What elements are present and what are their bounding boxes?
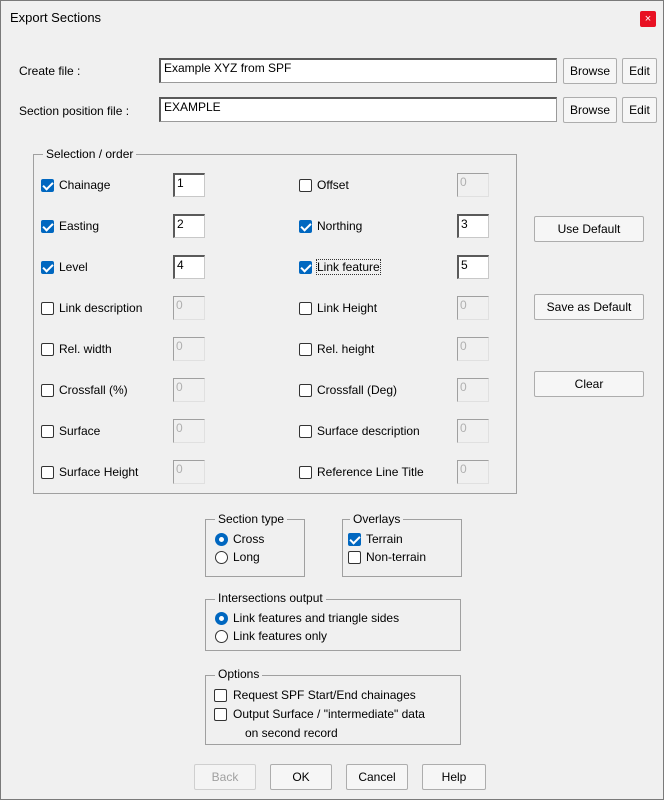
level-checkbox[interactable] — [41, 261, 54, 274]
northing-order-field[interactable]: 3 — [457, 214, 489, 238]
surface-order-field[interactable]: 0 — [173, 419, 205, 443]
ok-button[interactable]: OK — [270, 764, 332, 790]
options-title: Options — [215, 667, 263, 681]
section-type-group — [205, 519, 305, 577]
chainage-checkbox[interactable] — [41, 179, 54, 192]
terrain-checkbox[interactable] — [348, 533, 361, 546]
crossfall-deg-label[interactable]: Crossfall (Deg) — [317, 383, 397, 397]
easting-order-field[interactable]: 2 — [173, 214, 205, 238]
crossfall-deg-order-field[interactable]: 0 — [457, 378, 489, 402]
intersections-link-only-label[interactable]: Link features only — [233, 629, 327, 643]
intersections-output-group — [205, 599, 461, 651]
create-browse-button[interactable]: Browse — [563, 58, 617, 84]
link-feature-label[interactable]: Link feature — [316, 259, 381, 275]
output-surface-checkbox[interactable] — [214, 708, 227, 721]
surface-description-label[interactable]: Surface description — [317, 424, 420, 438]
link-height-order-field[interactable]: 0 — [457, 296, 489, 320]
link-feature-checkbox[interactable] — [299, 261, 312, 274]
request-spf-label[interactable]: Request SPF Start/End chainages — [233, 688, 416, 702]
surface-checkbox[interactable] — [41, 425, 54, 438]
section-type-long-label[interactable]: Long — [233, 550, 260, 564]
section-edit-button[interactable]: Edit — [622, 97, 657, 123]
northing-checkbox[interactable] — [299, 220, 312, 233]
rel-height-label[interactable]: Rel. height — [317, 342, 374, 356]
intersections-link-only-radio[interactable] — [215, 630, 228, 643]
cancel-button[interactable]: Cancel — [346, 764, 408, 790]
clear-button[interactable]: Clear — [534, 371, 644, 397]
help-button[interactable]: Help — [422, 764, 486, 790]
save-as-default-button[interactable]: Save as Default — [534, 294, 644, 320]
surface-description-order-field[interactable]: 0 — [457, 419, 489, 443]
section-position-label: Section position file : — [19, 104, 130, 118]
easting-label[interactable]: Easting — [59, 219, 99, 233]
offset-checkbox[interactable] — [299, 179, 312, 192]
surface-label[interactable]: Surface — [59, 424, 100, 438]
reference-line-title-order-field[interactable]: 0 — [457, 460, 489, 484]
create-file-input[interactable]: Example XYZ from SPF — [159, 58, 557, 83]
close-button[interactable]: × — [640, 11, 656, 27]
level-label[interactable]: Level — [59, 260, 88, 274]
title-bar: Export Sections × — [1, 1, 663, 35]
rel-width-order-field[interactable]: 0 — [173, 337, 205, 361]
rel-width-label[interactable]: Rel. width — [59, 342, 112, 356]
overlays-group — [342, 519, 462, 577]
non-terrain-label[interactable]: Non-terrain — [366, 550, 426, 564]
create-file-label: Create file : — [19, 64, 81, 78]
reference-line-title-checkbox[interactable] — [299, 466, 312, 479]
rel-height-checkbox[interactable] — [299, 343, 312, 356]
overlays-title: Overlays — [350, 512, 404, 526]
link-description-checkbox[interactable] — [41, 302, 54, 315]
intersections-output-title: Intersections output — [215, 591, 326, 605]
crossfall-deg-checkbox[interactable] — [299, 384, 312, 397]
easting-checkbox[interactable] — [41, 220, 54, 233]
level-order-field[interactable]: 4 — [173, 255, 205, 279]
crossfall-label[interactable]: Crossfall (%) — [59, 383, 128, 397]
request-spf-checkbox[interactable] — [214, 689, 227, 702]
section-type-title: Section type — [215, 512, 288, 526]
non-terrain-checkbox[interactable] — [348, 551, 361, 564]
section-browse-button[interactable]: Browse — [563, 97, 617, 123]
use-default-button[interactable]: Use Default — [534, 216, 644, 242]
link-description-order-field[interactable]: 0 — [173, 296, 205, 320]
link-feature-order-field[interactable]: 5 — [457, 255, 489, 279]
output-surface-label-line2[interactable]: on second record — [245, 726, 338, 740]
offset-order-field[interactable]: 0 — [457, 173, 489, 197]
surface-height-label[interactable]: Surface Height — [59, 465, 138, 479]
export-sections-dialog: Export Sections × Create file : Example … — [0, 0, 664, 800]
output-surface-label[interactable]: Output Surface / "intermediate" data — [233, 707, 425, 721]
northing-label[interactable]: Northing — [317, 219, 362, 233]
link-height-label[interactable]: Link Height — [317, 301, 377, 315]
surface-description-checkbox[interactable] — [299, 425, 312, 438]
chainage-label[interactable]: Chainage — [59, 178, 110, 192]
crossfall-checkbox[interactable] — [41, 384, 54, 397]
surface-height-order-field[interactable]: 0 — [173, 460, 205, 484]
reference-line-title-label[interactable]: Reference Line Title — [317, 465, 424, 479]
create-edit-button[interactable]: Edit — [622, 58, 657, 84]
rel-width-checkbox[interactable] — [41, 343, 54, 356]
chainage-order-field[interactable]: 1 — [173, 173, 205, 197]
section-type-cross-radio[interactable] — [215, 533, 228, 546]
intersections-link-triangle-label[interactable]: Link features and triangle sides — [233, 611, 399, 625]
back-button[interactable]: Back — [194, 764, 256, 790]
terrain-label[interactable]: Terrain — [366, 532, 403, 546]
window-title: Export Sections — [10, 10, 102, 25]
surface-height-checkbox[interactable] — [41, 466, 54, 479]
section-position-input[interactable]: EXAMPLE — [159, 97, 557, 122]
crossfall-order-field[interactable]: 0 — [173, 378, 205, 402]
selection-order-group — [33, 154, 517, 494]
rel-height-order-field[interactable]: 0 — [457, 337, 489, 361]
link-height-checkbox[interactable] — [299, 302, 312, 315]
section-type-cross-label[interactable]: Cross — [233, 532, 264, 546]
link-description-label[interactable]: Link description — [59, 301, 142, 315]
intersections-link-triangle-radio[interactable] — [215, 612, 228, 625]
section-type-long-radio[interactable] — [215, 551, 228, 564]
selection-order-title: Selection / order — [43, 147, 137, 161]
offset-label[interactable]: Offset — [317, 178, 349, 192]
